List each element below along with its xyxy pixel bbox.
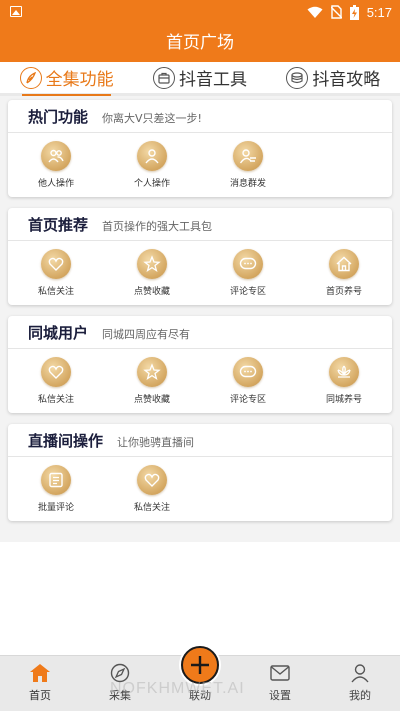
feature-label: 私信关注 xyxy=(133,503,170,513)
tab-all-features[interactable]: 全集功能 xyxy=(0,62,133,96)
section-subtitle: 你离大V只差这一步! xyxy=(102,112,202,125)
feature-local-nurture[interactable]: 同城养号 xyxy=(296,357,392,405)
feature-label: 评论专区 xyxy=(229,395,266,405)
tab-douyin-guide[interactable]: 抖音攻略 xyxy=(267,62,400,93)
comment-icon xyxy=(233,357,263,387)
star-icon xyxy=(137,249,167,279)
nav-label: 联动 xyxy=(189,689,211,702)
plus-icon xyxy=(191,656,209,674)
feature-home-nurture[interactable]: 首页养号 xyxy=(296,249,392,297)
section-subtitle: 让你驰骋直播间 xyxy=(117,436,195,449)
section-card-home: 首页推荐 首页操作的强大工具包 私信关注 点赞收藏 评论专区 首页养号 xyxy=(8,208,392,305)
nav-label: 首页 xyxy=(29,689,51,702)
feature-dm-follow[interactable]: 私信关注 xyxy=(104,465,200,513)
section-title: 首页推荐 xyxy=(28,216,89,234)
feature-dm-follow[interactable]: 私信关注 xyxy=(8,357,104,405)
nav-label: 设置 xyxy=(269,689,291,702)
user-icon xyxy=(137,141,167,171)
feature-label: 个人操作 xyxy=(133,179,170,189)
tab-label: 抖音工具 xyxy=(178,70,247,90)
tab-label: 全集功能 xyxy=(45,70,114,90)
section-subtitle: 同城四周应有尽有 xyxy=(102,328,191,341)
section-card-hot: 热门功能 你离大V只差这一步! 他人操作 个人操作 消息群发 xyxy=(8,100,392,197)
status-bar: 5:17 xyxy=(0,0,400,24)
feather-icon xyxy=(19,66,42,89)
feature-label: 点赞收藏 xyxy=(133,395,170,405)
nav-label: 采集 xyxy=(109,689,131,702)
feature-list: 热门功能 你离大V只差这一步! 他人操作 个人操作 消息群发 首页推荐 首页操作… xyxy=(0,96,400,542)
lotus-icon xyxy=(329,357,359,387)
feature-dm-follow[interactable]: 私信关注 xyxy=(8,249,104,297)
feature-mass-message[interactable]: 消息群发 xyxy=(200,141,296,189)
compass-icon xyxy=(109,662,131,684)
section-title: 直播间操作 xyxy=(28,432,104,450)
section-title: 同城用户 xyxy=(28,324,89,342)
section-card-local: 同城用户 同城四周应有尽有 私信关注 点赞收藏 评论专区 同城养号 xyxy=(8,316,392,413)
plus-button[interactable] xyxy=(181,646,219,684)
feature-like-collect[interactable]: 点赞收藏 xyxy=(104,249,200,297)
home-icon xyxy=(29,662,51,684)
feature-comments[interactable]: 评论专区 xyxy=(200,249,296,297)
status-time: 5:17 xyxy=(366,4,392,20)
feature-label: 点赞收藏 xyxy=(133,287,170,297)
user-message-icon xyxy=(233,141,263,171)
comment-icon xyxy=(233,249,263,279)
section-subtitle: 首页操作的强大工具包 xyxy=(102,220,213,233)
feature-like-collect[interactable]: 点赞收藏 xyxy=(104,357,200,405)
heart-icon xyxy=(137,465,167,495)
feature-batch-comment[interactable]: 批量评论 xyxy=(8,465,104,513)
database-icon xyxy=(286,66,309,89)
list-icon xyxy=(41,465,71,495)
feature-label: 消息群发 xyxy=(229,179,266,189)
feature-personal-ops[interactable]: 个人操作 xyxy=(104,141,200,189)
nav-collect[interactable]: 采集 xyxy=(80,656,160,711)
nav-label: 我的 xyxy=(349,689,371,702)
empty-area xyxy=(0,542,400,655)
no-sim-icon xyxy=(330,5,342,19)
feature-label: 私信关注 xyxy=(37,287,74,297)
star-icon xyxy=(137,357,167,387)
section-card-live: 直播间操作 让你驰骋直播间 批量评论 私信关注 xyxy=(8,424,392,521)
nav-settings[interactable]: 设置 xyxy=(240,656,320,711)
feature-label: 他人操作 xyxy=(37,179,74,189)
users-icon xyxy=(41,141,71,171)
feature-label: 评论专区 xyxy=(229,287,266,297)
feature-comments[interactable]: 评论专区 xyxy=(200,357,296,405)
mail-icon xyxy=(269,662,291,684)
tab-label: 抖音攻略 xyxy=(312,70,381,90)
toolbox-icon xyxy=(152,66,175,89)
feature-label: 同城养号 xyxy=(325,395,362,405)
heart-icon xyxy=(41,249,71,279)
wifi-icon xyxy=(307,6,323,18)
heart-icon xyxy=(41,357,71,387)
section-title: 热门功能 xyxy=(28,108,89,126)
feature-others-ops[interactable]: 他人操作 xyxy=(8,141,104,189)
person-icon xyxy=(349,662,371,684)
tab-douyin-tools[interactable]: 抖音工具 xyxy=(133,62,266,93)
feature-label: 批量评论 xyxy=(37,503,74,513)
feature-label: 私信关注 xyxy=(37,395,74,405)
image-notification-icon xyxy=(10,6,22,17)
page-title: 首页广场 xyxy=(0,24,400,62)
battery-charging-icon xyxy=(349,4,359,20)
nav-mine[interactable]: 我的 xyxy=(320,656,400,711)
nav-home[interactable]: 首页 xyxy=(0,656,80,711)
top-tabs: 全集功能 抖音工具 抖音攻略 xyxy=(0,62,400,96)
feature-label: 首页养号 xyxy=(325,287,362,297)
home-icon xyxy=(329,249,359,279)
